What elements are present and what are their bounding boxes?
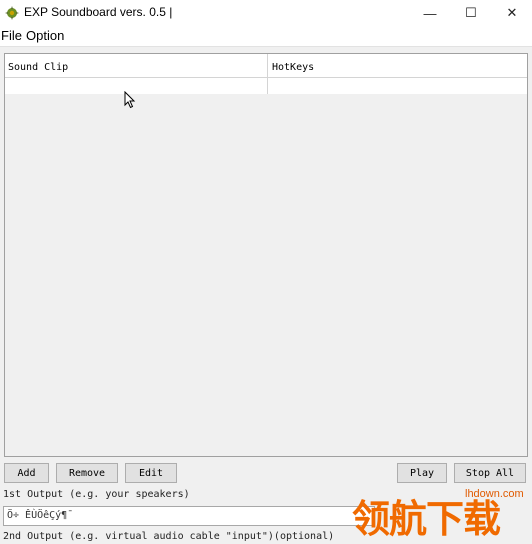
- maximize-button[interactable]: ☐: [452, 0, 490, 26]
- mouse-cursor-icon: [124, 91, 136, 109]
- window-title: EXP Soundboard vers. 0.5 |: [24, 5, 173, 19]
- column-header-hotkeys[interactable]: HotKeys: [272, 62, 314, 73]
- first-output-label: 1st Output (e.g. your speakers): [3, 489, 190, 500]
- add-button[interactable]: Add: [4, 463, 49, 483]
- edit-button[interactable]: Edit: [125, 463, 177, 483]
- remove-button[interactable]: Remove: [56, 463, 118, 483]
- close-icon: ✕: [506, 5, 518, 20]
- column-divider[interactable]: [267, 54, 268, 94]
- menu-option[interactable]: Option: [26, 28, 64, 43]
- minimize-button[interactable]: —: [411, 0, 449, 26]
- watermark-logo: 领航下载: [352, 497, 501, 541]
- menu-file[interactable]: File: [1, 28, 22, 43]
- table-header: Sound Clip HotKeys: [5, 54, 527, 94]
- header-divider: [5, 77, 527, 78]
- stop-all-button[interactable]: Stop All: [454, 463, 526, 483]
- column-header-sound-clip[interactable]: Sound Clip: [8, 62, 68, 73]
- sound-clip-table[interactable]: Sound Clip HotKeys: [4, 53, 528, 457]
- close-button[interactable]: ✕: [493, 0, 531, 26]
- first-output-value: Ö÷ ÊÙÖêÇý¶¯: [7, 510, 74, 521]
- minimize-icon: —: [423, 5, 437, 21]
- app-icon: [5, 6, 19, 20]
- play-button[interactable]: Play: [397, 463, 447, 483]
- title-bar: EXP Soundboard vers. 0.5 | — ☐ ✕: [0, 0, 532, 26]
- menu-bar: File Option: [0, 26, 532, 47]
- maximize-icon: ☐: [465, 5, 477, 20]
- second-output-label: 2nd Output (e.g. virtual audio cable "in…: [3, 531, 335, 542]
- first-output-select[interactable]: Ö÷ ÊÙÖêÇý¶¯: [3, 506, 375, 526]
